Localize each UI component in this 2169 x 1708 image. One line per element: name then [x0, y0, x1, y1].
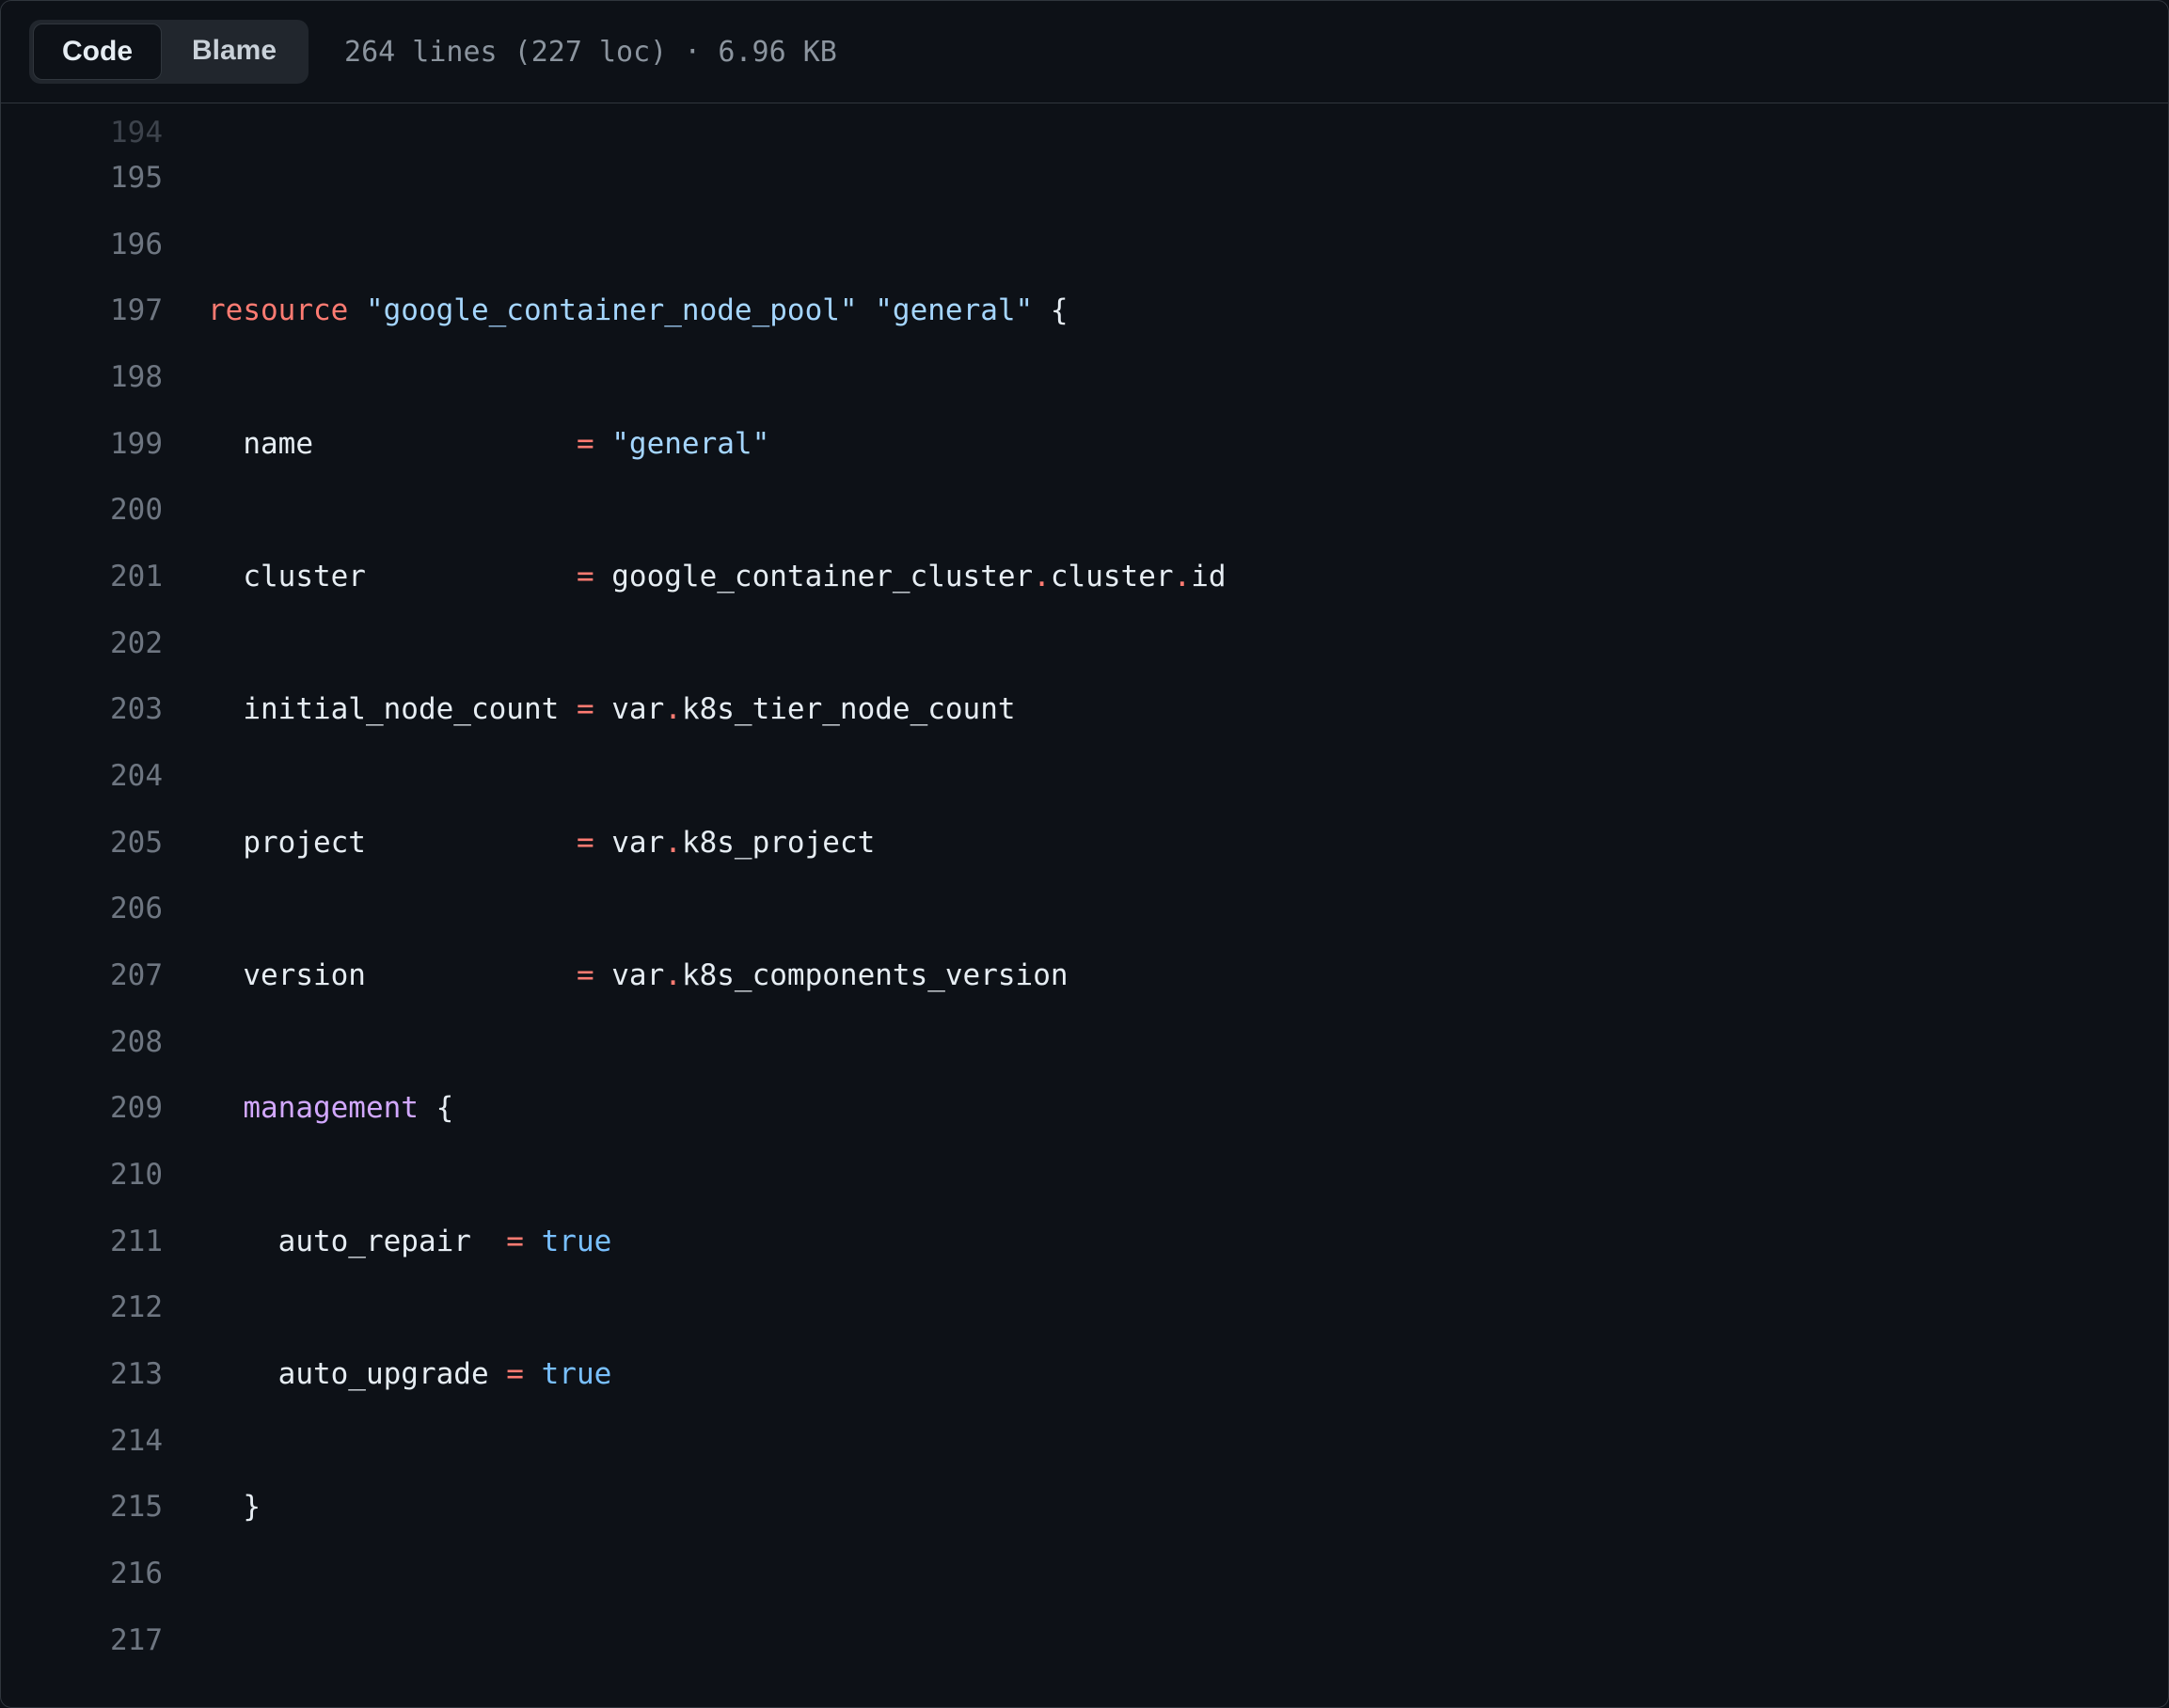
code-area: 194 195 196 197 198 199 200 201 202 203 …: [1, 103, 2168, 1708]
dot: .: [664, 692, 682, 726]
line-number[interactable]: 203: [1, 676, 170, 743]
line-number[interactable]: 207: [1, 942, 170, 1009]
line-number[interactable]: 199: [1, 411, 170, 478]
attr: auto_repair: [208, 1225, 506, 1258]
identifier: k8s_project: [682, 826, 875, 860]
code-line: }: [208, 1474, 1227, 1541]
line-number[interactable]: 202: [1, 610, 170, 677]
line-number[interactable]: 214: [1, 1408, 170, 1475]
operator: =: [577, 958, 594, 992]
identifier: id: [1191, 560, 1226, 593]
line-number[interactable]: 216: [1, 1541, 170, 1607]
line-number[interactable]: 211: [1, 1209, 170, 1275]
line-number[interactable]: 209: [1, 1075, 170, 1142]
operator: =: [577, 560, 594, 593]
attr: version: [208, 958, 577, 992]
code-line: [208, 1607, 1227, 1674]
code-line: auto_repair = true: [208, 1209, 1227, 1275]
file-viewer-panel: Code Blame 264 lines (227 loc) · 6.96 KB…: [0, 0, 2169, 1708]
line-number[interactable]: 204: [1, 743, 170, 810]
attr: auto_upgrade: [208, 1357, 506, 1391]
line-number[interactable]: 196: [1, 212, 170, 278]
brace: {: [1033, 293, 1068, 327]
line-number[interactable]: 206: [1, 876, 170, 942]
tab-code[interactable]: Code: [33, 24, 162, 80]
attr: cluster: [208, 560, 577, 593]
operator: =: [577, 692, 594, 726]
identifier: var: [594, 826, 665, 860]
line-number[interactable]: 217: [1, 1607, 170, 1674]
identifier: var: [594, 958, 665, 992]
attr: initial_node_count: [208, 692, 577, 726]
code-line: initial_node_count = var.k8s_tier_node_c…: [208, 676, 1227, 743]
view-tab-group: Code Blame: [29, 20, 309, 84]
code-line: management {: [208, 1075, 1227, 1142]
identifier: google_container_cluster: [594, 560, 1034, 593]
line-number[interactable]: 198: [1, 344, 170, 411]
line-number[interactable]: 210: [1, 1142, 170, 1209]
identifier: cluster: [1051, 560, 1174, 593]
code-line: name = "general": [208, 411, 1227, 478]
line-number[interactable]: 215: [1, 1474, 170, 1541]
constant: true: [524, 1225, 611, 1258]
line-number[interactable]: 213: [1, 1341, 170, 1408]
keyword: resource: [208, 293, 348, 327]
attr: name: [208, 427, 577, 461]
code-content[interactable]: resource "google_container_node_pool" "g…: [208, 103, 1227, 1708]
identifier: k8s_tier_node_count: [682, 692, 1016, 726]
file-toolbar: Code Blame 264 lines (227 loc) · 6.96 KB: [1, 1, 2168, 103]
attr: project: [208, 826, 577, 860]
line-number[interactable]: 197: [1, 277, 170, 344]
dot: .: [664, 826, 682, 860]
brace: {: [419, 1091, 453, 1125]
dot: .: [1033, 560, 1051, 593]
block-name: management: [208, 1091, 419, 1125]
code-line: project = var.k8s_project: [208, 810, 1227, 877]
line-number[interactable]: 208: [1, 1009, 170, 1076]
identifier: var: [594, 692, 665, 726]
string: "general": [594, 427, 770, 461]
line-number[interactable]: 205: [1, 810, 170, 877]
brace: }: [208, 1490, 261, 1524]
line-number[interactable]: 195: [1, 145, 170, 212]
operator: =: [506, 1357, 524, 1391]
constant: true: [524, 1357, 611, 1391]
operator: =: [577, 826, 594, 860]
code-line: cluster = google_container_cluster.clust…: [208, 544, 1227, 610]
code-line: version = var.k8s_components_version: [208, 942, 1227, 1009]
string: "google_container_node_pool": [366, 293, 858, 327]
operator: =: [506, 1225, 524, 1258]
string: "general": [875, 293, 1033, 327]
dot: .: [1174, 560, 1192, 593]
operator: =: [577, 427, 594, 461]
identifier: k8s_components_version: [682, 958, 1069, 992]
file-info-text: 264 lines (227 loc) · 6.96 KB: [344, 36, 837, 69]
line-number-gutter: 194 195 196 197 198 199 200 201 202 203 …: [1, 103, 208, 1708]
code-line: resource "google_container_node_pool" "g…: [208, 277, 1227, 344]
line-number[interactable]: 194: [1, 113, 170, 145]
line-number[interactable]: 200: [1, 477, 170, 544]
code-line: auto_upgrade = true: [208, 1341, 1227, 1408]
line-number[interactable]: 201: [1, 544, 170, 610]
tab-blame[interactable]: Blame: [164, 24, 305, 80]
dot: .: [664, 958, 682, 992]
line-number[interactable]: 212: [1, 1274, 170, 1341]
